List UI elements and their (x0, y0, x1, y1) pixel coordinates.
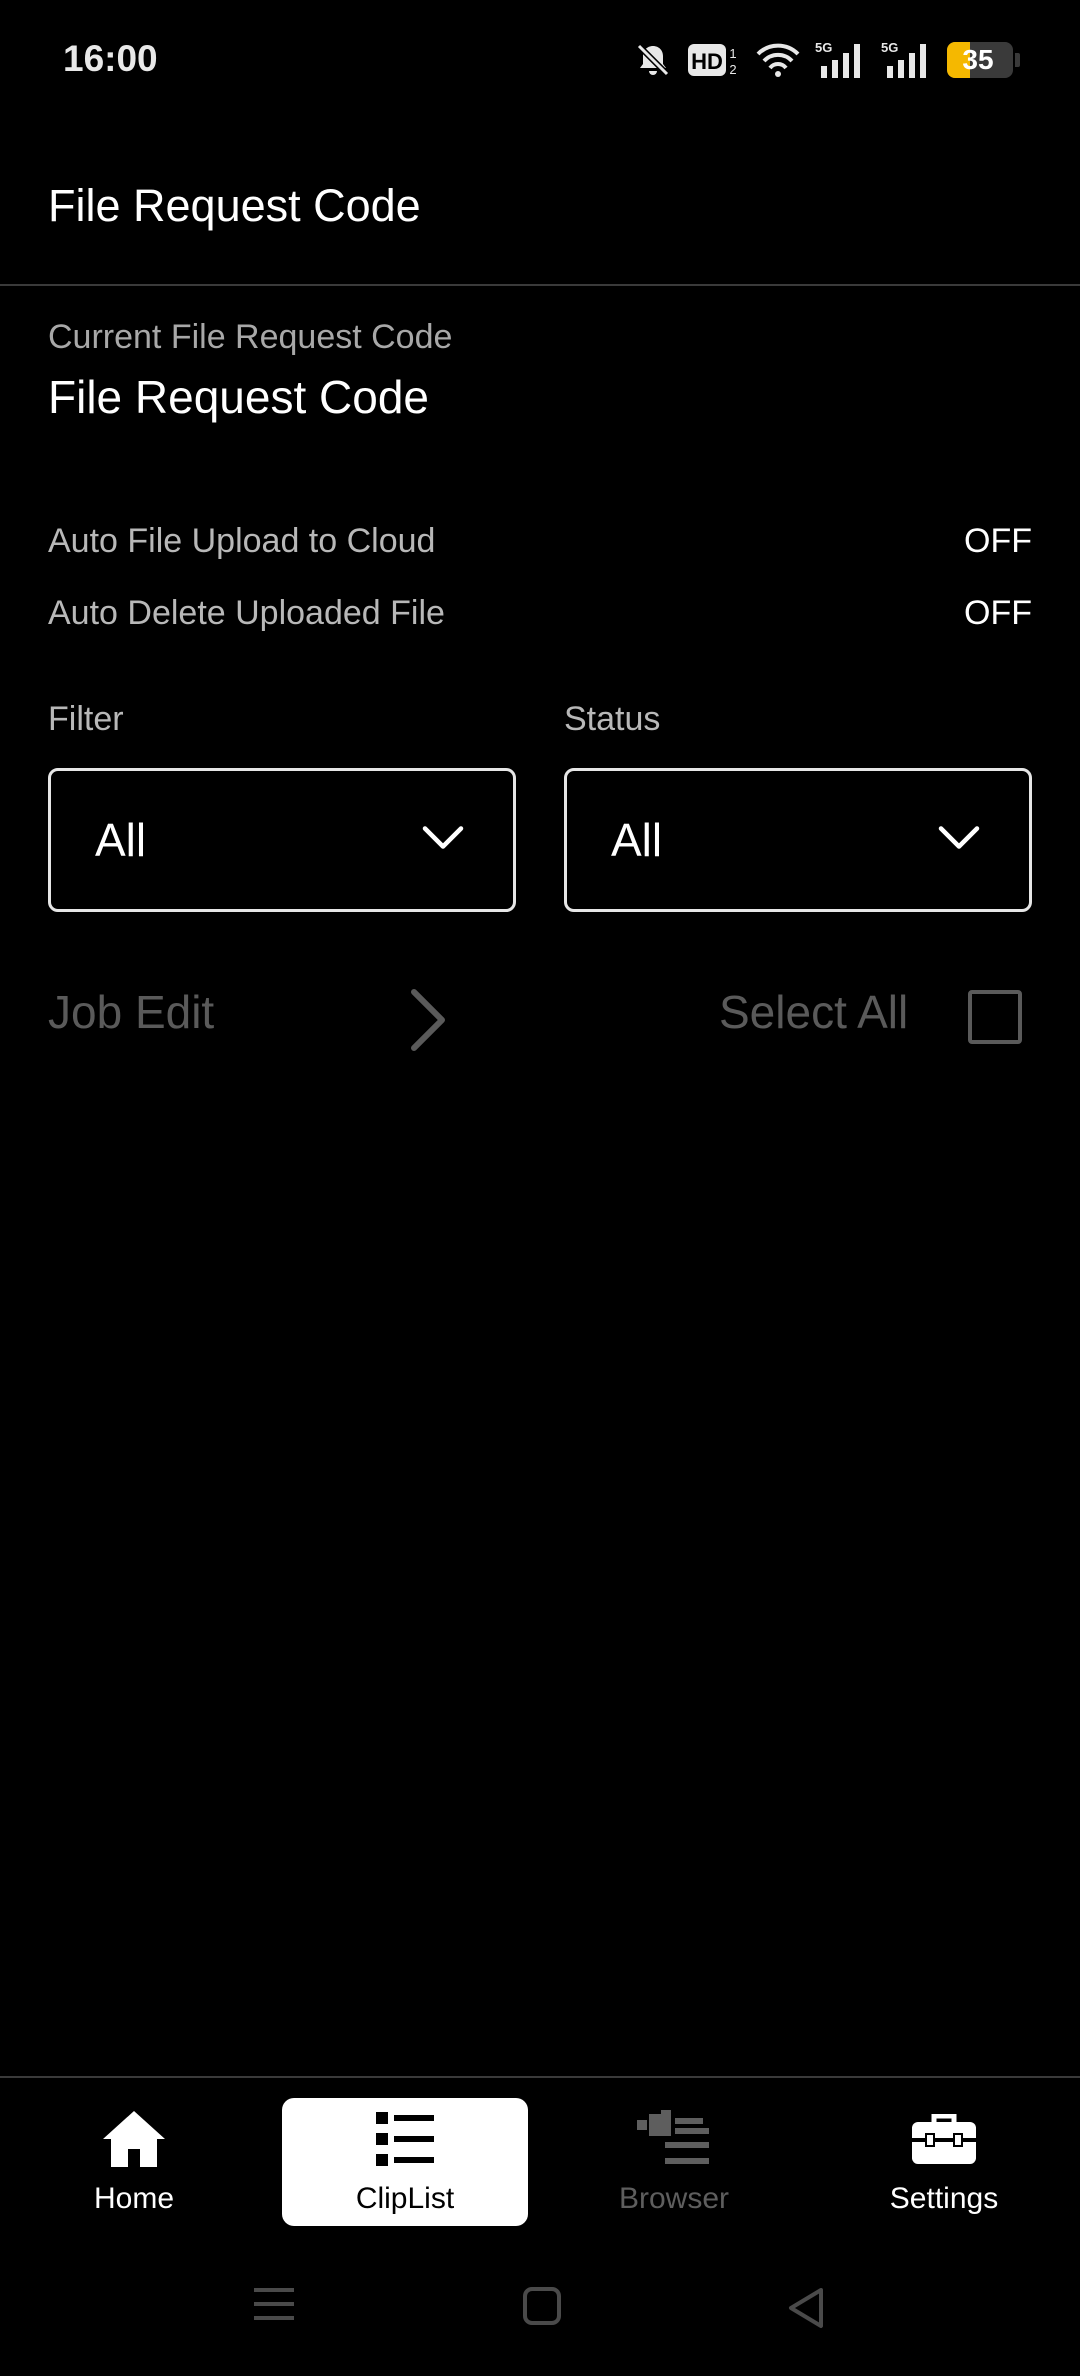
back-triangle-icon[interactable] (786, 2286, 826, 2335)
auto-upload-value: OFF (964, 521, 1032, 560)
nav-cliplist-label: ClipList (355, 2182, 455, 2215)
hd-icon: HD 1 2 (687, 42, 741, 78)
chevron-down-icon (937, 824, 981, 857)
list-icon (376, 2108, 434, 2170)
bell-off-icon (633, 40, 673, 80)
battery-level: 35 (962, 44, 994, 75)
status-dropdown[interactable]: All (564, 768, 1032, 912)
status-icons: HD 1 2 5G 5G 35 (633, 36, 1020, 84)
svg-text:1: 1 (729, 46, 736, 61)
filter-label: Filter (48, 700, 124, 738)
chevron-right-icon[interactable] (408, 988, 448, 1057)
auto-delete-row: Auto Delete Uploaded File OFF (48, 588, 1032, 638)
svg-text:HD: HD (691, 49, 723, 74)
status-value: All (611, 814, 663, 866)
wifi-icon (755, 42, 801, 78)
nav-settings[interactable]: Settings (844, 2098, 1044, 2226)
status-label: Status (564, 700, 661, 738)
app-header: File Request Code (0, 120, 1080, 286)
nav-home-label: Home (93, 2182, 175, 2215)
nav-cliplist[interactable]: ClipList (282, 2098, 528, 2226)
select-all-checkbox[interactable] (968, 990, 1022, 1044)
status-bar: 16:00 HD 1 2 5G 5G 35 (0, 0, 1080, 120)
auto-delete-label: Auto Delete Uploaded File (48, 593, 445, 632)
signal-5g-icon: 5G (881, 40, 933, 80)
current-code-value: File Request Code (48, 371, 429, 423)
system-nav-bar (0, 2236, 1080, 2376)
job-edit-button[interactable]: Job Edit (48, 985, 214, 1039)
menu-icon[interactable] (254, 2286, 294, 2327)
svg-text:5G: 5G (815, 40, 832, 55)
auto-delete-value: OFF (964, 593, 1032, 632)
home-icon (101, 2108, 167, 2170)
battery-icon: 35 (947, 42, 1013, 78)
status-time: 16:00 (63, 38, 158, 79)
nav-settings-label: Settings (889, 2182, 999, 2215)
battery-tip (1015, 53, 1020, 67)
chevron-down-icon (421, 824, 465, 857)
signal-5g-icon: 5G (815, 40, 867, 80)
svg-text:2: 2 (729, 62, 736, 77)
nav-home[interactable]: Home (34, 2098, 234, 2226)
nav-browser[interactable]: Browser (574, 2098, 774, 2226)
select-all-label: Select All (719, 986, 909, 1038)
auto-upload-row: Auto File Upload to Cloud OFF (48, 516, 1032, 566)
current-code-label: Current File Request Code (48, 318, 453, 356)
toolbox-icon (912, 2108, 976, 2170)
filter-value: All (95, 814, 147, 866)
home-square-icon[interactable] (522, 2286, 562, 2331)
svg-text:5G: 5G (881, 40, 898, 55)
nav-browser-label: Browser (618, 2182, 730, 2215)
camera-list-icon (637, 2108, 711, 2170)
page-title: File Request Code (48, 180, 421, 231)
auto-upload-label: Auto File Upload to Cloud (48, 521, 436, 560)
filter-dropdown[interactable]: All (48, 768, 516, 912)
bottom-nav: Home ClipList Browser Settings (0, 2076, 1080, 2236)
